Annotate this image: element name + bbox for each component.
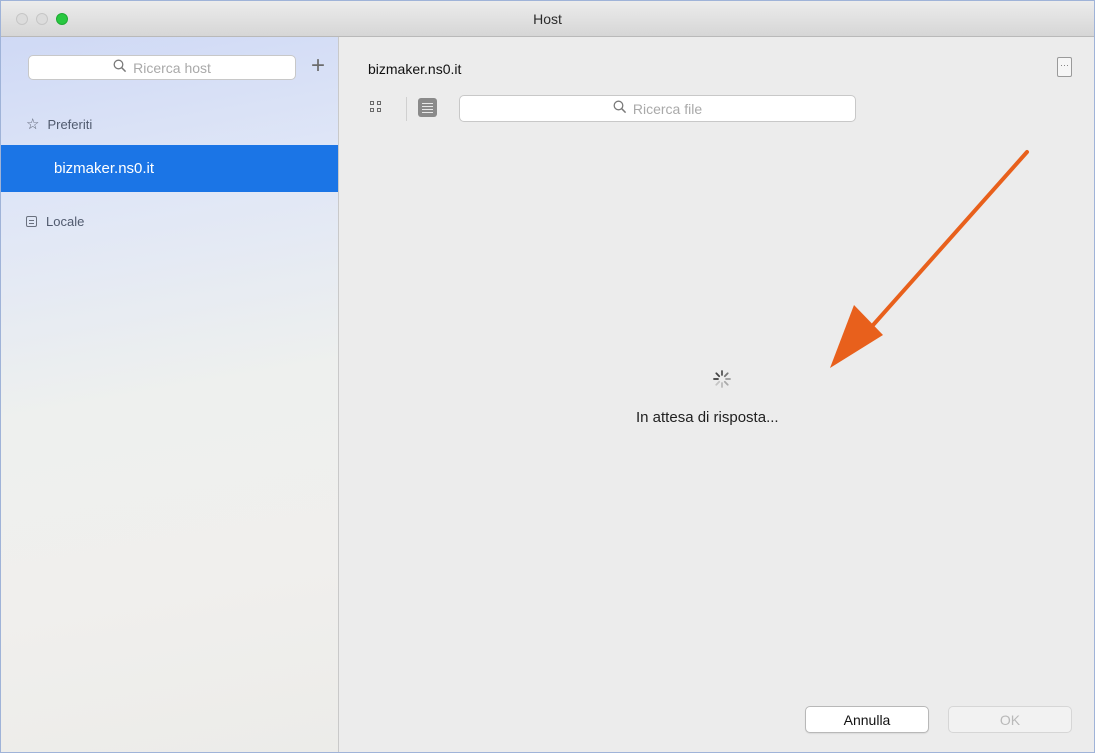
favorites-section[interactable]: ☆ Preferiti [26, 115, 92, 133]
star-icon: ☆ [26, 116, 40, 133]
favorites-label: Preferiti [47, 116, 93, 132]
title-bar: Host [1, 1, 1094, 37]
host-window: Host Ricerca host + ☆ Preferiti bizmaker… [0, 0, 1095, 753]
window-title: Host [533, 11, 562, 27]
add-host-button[interactable]: + [307, 53, 329, 79]
ok-button[interactable]: OK [948, 706, 1072, 733]
sidebar-item-host[interactable]: bizmaker.ns0.it [1, 145, 338, 192]
loading-spinner-icon [712, 369, 732, 389]
annotation-arrow-icon [830, 150, 1029, 368]
loading-status-text: In attesa di risposta... [636, 409, 779, 426]
host-search-field[interactable]: Ricerca host [28, 55, 296, 80]
local-label: Locale [46, 214, 85, 229]
host-search-placeholder: Ricerca host [133, 59, 211, 76]
main-panel: bizmaker.ns0.it ··· Ricerca file In atte… [339, 37, 1094, 752]
cancel-button[interactable]: Annulla [805, 706, 929, 733]
sidebar-item-label: bizmaker.ns0.it [54, 160, 155, 177]
search-icon [113, 59, 127, 76]
sidebar: Ricerca host + ☆ Preferiti bizmaker.ns0.… [1, 37, 339, 752]
local-section[interactable]: Locale [26, 214, 84, 229]
local-drive-icon [26, 216, 37, 227]
